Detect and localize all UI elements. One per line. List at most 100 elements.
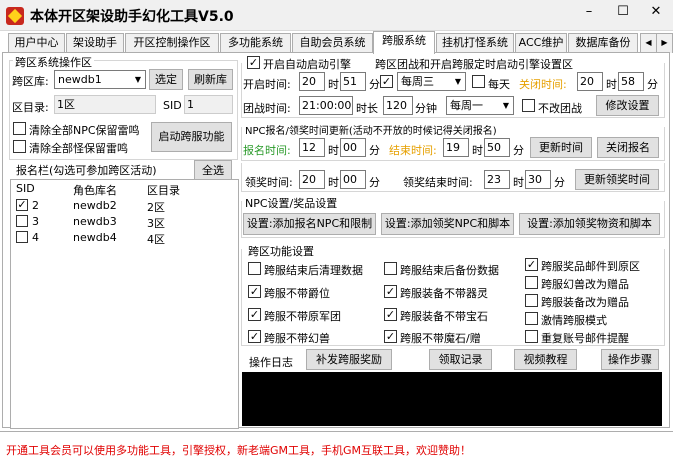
reg-minute-input[interactable]: 00 [340, 138, 366, 157]
end-minute-input[interactable]: 50 [484, 138, 510, 157]
hour-label: 时 [328, 78, 339, 91]
option-label: 跨服幻兽改为赠品 [541, 278, 629, 291]
row-dir: 2区 [147, 201, 165, 214]
window-title: 本体开区架设助手幻化工具V5.0 [30, 9, 234, 25]
option-checkbox[interactable] [525, 330, 538, 343]
hour-label: 时 [513, 176, 524, 189]
war-week-select[interactable]: 每周一 ▼ [446, 96, 514, 115]
clear-npc-checkbox[interactable] [13, 122, 26, 135]
option-checkbox[interactable] [248, 262, 261, 275]
minute-label: 分 [369, 78, 380, 91]
option-label: 跨服不带魔石/赠 [400, 332, 481, 345]
option-label: 跨服奖品邮件到原区 [541, 260, 640, 273]
tab-cross-server[interactable]: 跨服系统 [373, 31, 435, 54]
weekly-checkbox[interactable]: ✓ [380, 75, 393, 88]
open-time-label: 开启时间: [243, 78, 291, 91]
list-item[interactable]: 3 newdb3 3区 [11, 214, 238, 230]
row-db: newdb3 [73, 215, 117, 228]
select-db-button[interactable]: 选定 [149, 69, 183, 90]
minimize-button[interactable]: – [572, 0, 606, 24]
duration-unit: 分钟 [415, 102, 437, 115]
option-checkbox[interactable] [525, 276, 538, 289]
award-minute-input[interactable]: 00 [340, 170, 366, 189]
registration-list: SID 角色库名 区目录 ✓ 2 newdb2 2区 3 newdb3 3区 4… [10, 179, 239, 429]
option-checkbox[interactable]: ✓ [248, 308, 261, 321]
clear-monster-checkbox[interactable] [13, 140, 26, 153]
option-label: 跨服装备不带器灵 [400, 287, 488, 300]
war-time-label: 团战时间: [243, 102, 291, 115]
tab-acc-maintenance[interactable]: ACC维护 [515, 33, 567, 53]
tab-multi-function[interactable]: 多功能系统 [220, 33, 291, 53]
row-checkbox[interactable]: ✓ [16, 199, 28, 211]
row-checkbox[interactable] [16, 231, 28, 243]
tab-scroll-left-icon[interactable]: ◀ [640, 33, 657, 53]
npc-time-title: NPC报名/领奖时间更新(活动不开放的时候记得关闭报名) [245, 126, 497, 137]
db-select[interactable]: newdb1 ▼ [54, 70, 146, 89]
video-tutorial-button[interactable]: 视频教程 [514, 349, 577, 370]
tab-setup-helper[interactable]: 架设助手 [66, 33, 124, 53]
close-minute-input[interactable]: 58 [618, 72, 644, 91]
tab-db-backup[interactable]: 数据库备份 [568, 33, 638, 53]
reg-time-label: 报名时间: [243, 144, 291, 157]
reg-hour-input[interactable]: 12 [299, 138, 325, 157]
select-all-button[interactable]: 全选 [194, 160, 232, 180]
option-label: 跨服装备改为赠品 [541, 296, 629, 309]
list-item[interactable]: ✓ 2 newdb2 2区 [11, 198, 238, 214]
row-dir: 4区 [147, 233, 165, 246]
row-db: newdb4 [73, 231, 117, 244]
option-checkbox[interactable]: ✓ [248, 330, 261, 343]
log-label: 操作日志 [249, 356, 293, 369]
war-time-input[interactable]: 21:00:00 [299, 96, 353, 115]
tab-self-service-member[interactable]: 自助会员系统 [292, 33, 373, 53]
duration-input[interactable]: 120 [383, 96, 413, 115]
update-award-time-button[interactable]: 更新领奖时间 [575, 169, 659, 190]
close-hour-input[interactable]: 20 [577, 72, 603, 91]
option-checkbox[interactable]: ✓ [384, 308, 397, 321]
open-week-select[interactable]: 每周三 ▼ [397, 72, 466, 91]
hour-label: 时 [472, 144, 483, 157]
daily-checkbox[interactable] [472, 75, 485, 88]
add-registration-npc-button[interactable]: 设置:添加报名NPC和限制 [243, 213, 376, 235]
option-checkbox[interactable] [525, 312, 538, 325]
reissue-award-button[interactable]: 补发跨服奖励 [306, 349, 392, 370]
steps-button[interactable]: 操作步骤 [601, 349, 659, 370]
close-button[interactable]: ✕ [639, 0, 673, 24]
option-checkbox[interactable]: ✓ [384, 285, 397, 298]
add-award-npc-button[interactable]: 设置:添加领奖NPC和脚本 [381, 213, 514, 235]
no-change-checkbox[interactable] [522, 99, 535, 112]
update-time-button[interactable]: 更新时间 [530, 137, 592, 158]
start-cross-button[interactable]: 启动跨服功能 [151, 122, 232, 152]
option-checkbox[interactable]: ✓ [384, 330, 397, 343]
option-checkbox[interactable]: ✓ [248, 285, 261, 298]
col-sid-header: SID [16, 182, 35, 195]
award-end-minute-input[interactable]: 30 [525, 170, 551, 189]
award-time-label: 领奖时间: [245, 176, 293, 189]
row-checkbox[interactable] [16, 215, 28, 227]
operation-log[interactable] [242, 372, 662, 426]
maximize-button[interactable]: ☐ [606, 0, 640, 24]
option-checkbox[interactable] [525, 294, 538, 307]
option-label: 跨服不带幻兽 [264, 332, 330, 345]
refresh-db-button[interactable]: 刷新库 [188, 69, 233, 90]
option-checkbox[interactable]: ✓ [525, 258, 538, 271]
list-item[interactable]: 4 newdb4 4区 [11, 230, 238, 246]
app-logo-icon [6, 7, 24, 25]
option-label: 跨服装备不带宝石 [400, 310, 488, 323]
end-hour-input[interactable]: 19 [443, 138, 469, 157]
open-hour-input[interactable]: 20 [299, 72, 325, 91]
tab-user-center[interactable]: 用户中心 [8, 33, 65, 53]
row-sid: 4 [32, 231, 39, 244]
tab-auto-hunt[interactable]: 挂机打怪系统 [436, 33, 514, 53]
award-hour-input[interactable]: 20 [299, 170, 325, 189]
award-end-hour-input[interactable]: 23 [484, 170, 510, 189]
add-award-items-button[interactable]: 设置:添加领奖物资和脚本 [519, 213, 660, 235]
open-minute-input[interactable]: 51 [340, 72, 366, 91]
modify-settings-button[interactable]: 修改设置 [596, 95, 659, 116]
option-checkbox[interactable] [384, 262, 397, 275]
tab-scroll-right-icon[interactable]: ▶ [656, 33, 673, 53]
claim-record-button[interactable]: 领取记录 [429, 349, 492, 370]
row-db: newdb2 [73, 199, 117, 212]
no-change-label: 不改团战 [538, 102, 582, 115]
tab-server-control[interactable]: 开区控制操作区 [125, 33, 219, 53]
close-registration-button[interactable]: 关闭报名 [597, 137, 659, 158]
